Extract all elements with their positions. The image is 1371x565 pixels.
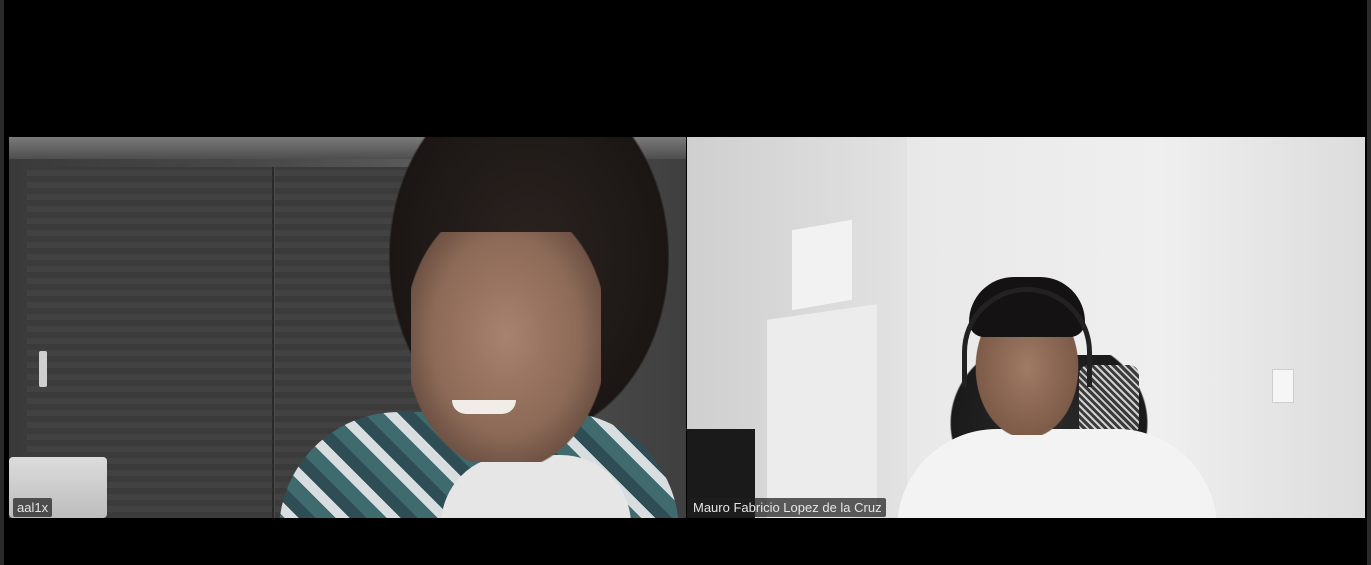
participant-video-tile-aal1x[interactable]: aal1x [9,137,686,518]
participant-video-feed [897,429,1217,518]
participant-video-feed [452,400,516,414]
participant-name-label: Mauro Fabricio Lopez de la Cruz [689,498,886,517]
participant-video-tile-mauro[interactable]: Mauro Fabricio Lopez de la Cruz [687,137,1365,518]
video-background [767,304,877,518]
video-meeting-window: aal1x Mauro Fabricio Lopez de la Cruz [0,0,1371,565]
video-background [792,219,852,311]
video-background [39,351,47,387]
video-background [1272,369,1294,403]
participant-video-feed [411,232,601,462]
participant-name-label: aal1x [13,498,53,517]
